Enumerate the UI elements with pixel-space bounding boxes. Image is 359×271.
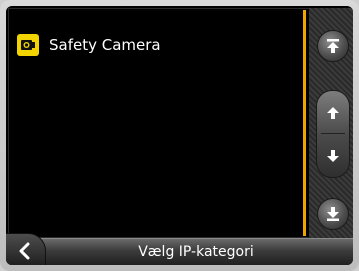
page-title: Vælg IP-kategori <box>138 244 254 260</box>
accent-divider <box>303 10 306 236</box>
scroll-up-icon <box>327 106 339 119</box>
scroll-to-top-icon <box>327 39 339 53</box>
scroll-up-down-group <box>316 90 350 178</box>
scroll-up-button[interactable] <box>317 91 349 134</box>
scrollbar <box>309 8 353 238</box>
category-list: Safety Camera <box>8 8 311 238</box>
back-chevron-icon <box>19 242 30 260</box>
back-button[interactable] <box>6 233 46 265</box>
scroll-to-top-button[interactable] <box>317 30 349 62</box>
scroll-down-icon <box>327 149 339 162</box>
list-item-label: Safety Camera <box>49 36 161 54</box>
scroll-to-bottom-button[interactable] <box>317 198 349 230</box>
list-item-safety-camera[interactable]: Safety Camera <box>17 31 161 59</box>
scroll-to-bottom-icon <box>327 207 339 221</box>
device-frame: Safety Camera Vælg IP-kategori <box>0 0 359 271</box>
screen: Safety Camera Vælg IP-kategori <box>6 6 353 265</box>
safety-camera-icon <box>17 34 39 56</box>
bottom-bar: Vælg IP-kategori <box>6 233 353 265</box>
scroll-down-button[interactable] <box>317 134 349 177</box>
